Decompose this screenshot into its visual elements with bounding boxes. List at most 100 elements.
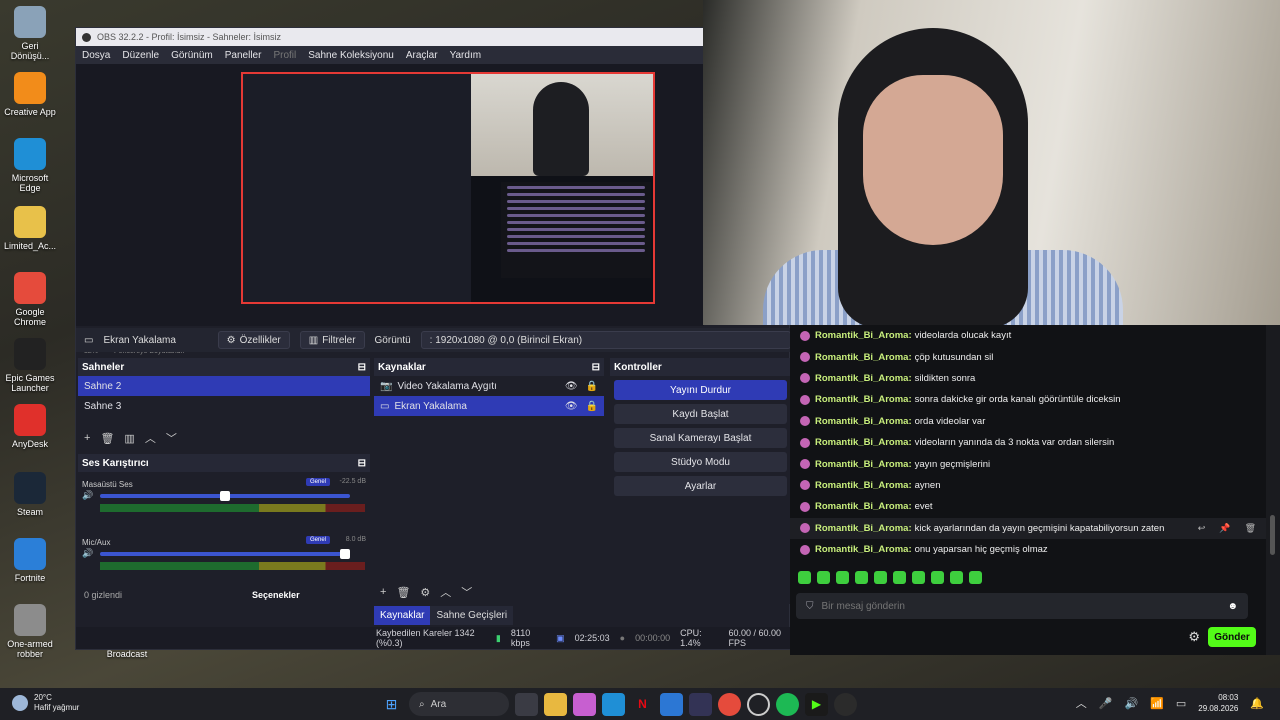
desktop-icon[interactable]: One-armed robber <box>4 604 56 659</box>
desktop-icon[interactable]: Creative App <box>4 72 56 117</box>
volume-knob[interactable] <box>220 491 230 501</box>
chat-message[interactable]: Romantik_Bi_Aroma: aynen <box>790 475 1266 496</box>
chat-username[interactable]: Romantik_Bi_Aroma: <box>815 394 912 405</box>
chat-message[interactable]: Romantik_Bi_Aroma: kick ayarlarından da y… <box>790 517 1266 539</box>
chat-message[interactable]: Romantik_Bi_Aroma: evet <box>790 496 1266 517</box>
pin-icon[interactable]: 📌 <box>1219 523 1230 534</box>
settings-button[interactable]: Ayarlar <box>614 476 787 496</box>
emote-icon[interactable] <box>836 571 849 584</box>
chat-message[interactable]: Romantik_Bi_Aroma: sildikten sonra <box>790 368 1266 389</box>
task-view-icon[interactable] <box>515 692 538 716</box>
start-virtual-camera-button[interactable]: Sanal Kamerayı Başlat <box>614 428 787 448</box>
add-icon[interactable]: + <box>380 586 386 598</box>
desktop-icon[interactable]: Microsoft Edge <box>4 138 56 193</box>
menu-paneller[interactable]: Paneller <box>225 50 262 61</box>
chat-message[interactable]: Romantik_Bi_Aroma: orda videolar var <box>790 411 1266 432</box>
tab-sahne-gecisleri[interactable]: Sahne Geçişleri <box>430 606 514 625</box>
dock-undock-icon[interactable]: ⊟ <box>358 458 366 469</box>
add-icon[interactable]: + <box>84 432 90 444</box>
desktop-icon[interactable]: Steam <box>4 472 56 517</box>
outlook-icon[interactable] <box>660 692 683 716</box>
visibility-eye-icon[interactable]: 👁 <box>565 381 578 392</box>
weather-widget[interactable]: 20°C Hafif yağmur <box>12 693 79 713</box>
chat-message[interactable]: Romantik_Bi_Aroma: videoların yanında da … <box>790 432 1266 453</box>
desktop-icon[interactable]: Limited_Ac... <box>4 206 56 251</box>
obs-preview[interactable]: 32% Pencereye Boyutlandır <box>76 64 704 355</box>
emote-icon[interactable] <box>969 571 982 584</box>
desktop-icon[interactable]: Epic Games Launcher <box>4 338 56 393</box>
scene-item[interactable]: Sahne 2 <box>78 376 370 396</box>
trash-icon[interactable]: 🗑 <box>1245 523 1256 534</box>
chevron-down-icon[interactable]: ﹀ <box>166 430 177 446</box>
store-icon[interactable] <box>689 692 712 716</box>
chat-username[interactable]: Romantik_Bi_Aroma: <box>815 544 912 555</box>
lock-icon[interactable]: 🔒 <box>586 381 598 392</box>
edge-icon[interactable] <box>602 692 625 716</box>
trash-icon[interactable]: 🗑 <box>100 432 114 445</box>
desktop-icon[interactable]: AnyDesk <box>4 404 56 449</box>
filter-icon[interactable]: ▥ <box>124 432 134 445</box>
menu-duzenle[interactable]: Düzenle <box>122 50 159 61</box>
menu-yardim[interactable]: Yardım <box>450 50 482 61</box>
netflix-icon[interactable]: N <box>631 693 654 716</box>
taskbar-search[interactable]: ⌕ Ara <box>409 692 509 716</box>
filters-button[interactable]: ▥ Filtreler <box>299 331 365 349</box>
visibility-eye-icon[interactable]: 👁 <box>565 401 578 412</box>
speaker-icon[interactable]: 🔊 <box>82 490 93 501</box>
start-windows-icon[interactable]: ⊞ <box>380 693 403 716</box>
notification-bell-icon[interactable]: 🔔 <box>1250 697 1264 710</box>
chat-username[interactable]: Romantik_Bi_Aroma: <box>815 416 912 427</box>
display-select[interactable]: : 1920x1080 @ 0,0 (Birincil Ekran) <box>420 331 791 349</box>
menu-profil[interactable]: Profil <box>273 50 296 61</box>
dock-undock-icon[interactable]: ⊟ <box>358 362 366 373</box>
desktop-icon[interactable]: Fortnite <box>4 538 56 583</box>
copilot-icon[interactable] <box>573 692 596 716</box>
send-button[interactable]: Gönder <box>1208 627 1256 647</box>
emote-icon[interactable] <box>855 571 868 584</box>
emote-icon[interactable] <box>931 571 944 584</box>
chat-username[interactable]: Romantik_Bi_Aroma: <box>815 501 912 512</box>
chat-username[interactable]: Romantik_Bi_Aroma: <box>815 352 912 363</box>
menu-araclar[interactable]: Araçlar <box>406 50 438 61</box>
chevron-down-icon[interactable]: ﹀ <box>461 584 472 600</box>
emote-icon[interactable] <box>798 571 811 584</box>
volume-icon[interactable]: 🔊 <box>1124 697 1138 710</box>
chat-username[interactable]: Romantik_Bi_Aroma: <box>815 523 912 534</box>
chat-username[interactable]: Romantik_Bi_Aroma: <box>815 373 912 384</box>
volume-slider[interactable] <box>100 549 350 559</box>
chat-message[interactable]: Romantik_Bi_Aroma: sonra dakicke gir orda… <box>790 389 1266 410</box>
chat-input[interactable] <box>821 600 1220 612</box>
chat-username[interactable]: Romantik_Bi_Aroma: <box>815 437 912 448</box>
chat-message[interactable]: Romantik_Bi_Aroma: çöp kutusundan sil <box>790 346 1266 367</box>
properties-button[interactable]: ⚙ Özellikler <box>217 331 290 349</box>
gear-icon[interactable]: ⚙ <box>420 586 430 599</box>
chat-input-box[interactable]: ⛉ ☻ <box>796 593 1248 619</box>
mixer-options-button[interactable]: Seçenekler <box>252 590 300 600</box>
source-item[interactable]: 📷 Video Yakalama Aygıtı 👁 🔒 <box>374 376 604 396</box>
emote-icon[interactable] <box>874 571 887 584</box>
source-item[interactable]: ▭ Ekran Yakalama 👁 🔒 <box>374 396 604 416</box>
chat-username[interactable]: Romantik_Bi_Aroma: <box>815 459 912 470</box>
volume-slider[interactable] <box>100 491 350 501</box>
menu-sahne-koleksiyonu[interactable]: Sahne Koleksiyonu <box>308 50 394 61</box>
menu-dosya[interactable]: Dosya <box>82 50 110 61</box>
file-explorer-icon[interactable] <box>544 692 567 716</box>
chatgpt-icon[interactable] <box>747 692 770 716</box>
spotify-icon[interactable] <box>776 692 799 716</box>
wifi-icon[interactable]: 📶 <box>1150 697 1164 710</box>
reply-icon[interactable]: ↩ <box>1198 523 1206 534</box>
emoji-icon[interactable]: ☻ <box>1227 601 1238 612</box>
chevron-up-icon[interactable]: ︿ <box>440 584 451 600</box>
dock-undock-icon[interactable]: ⊟ <box>592 362 600 373</box>
obs-icon[interactable] <box>834 692 857 716</box>
stop-streaming-button[interactable]: Yayını Durdur <box>614 380 787 400</box>
chat-username[interactable]: Romantik_Bi_Aroma: <box>815 330 912 341</box>
chevron-up-icon[interactable]: ︿ <box>1076 695 1087 711</box>
scene-item[interactable]: Sahne 3 <box>78 396 370 416</box>
trash-icon[interactable]: 🗑 <box>396 586 410 599</box>
chrome-icon[interactable] <box>718 692 741 716</box>
chat-message[interactable]: Romantik_Bi_Aroma: onu yaparsan hiç geçmi… <box>790 539 1266 560</box>
volume-knob[interactable] <box>340 549 350 559</box>
lock-icon[interactable]: 🔒 <box>586 401 598 412</box>
battery-icon[interactable]: ▭ <box>1176 697 1186 710</box>
